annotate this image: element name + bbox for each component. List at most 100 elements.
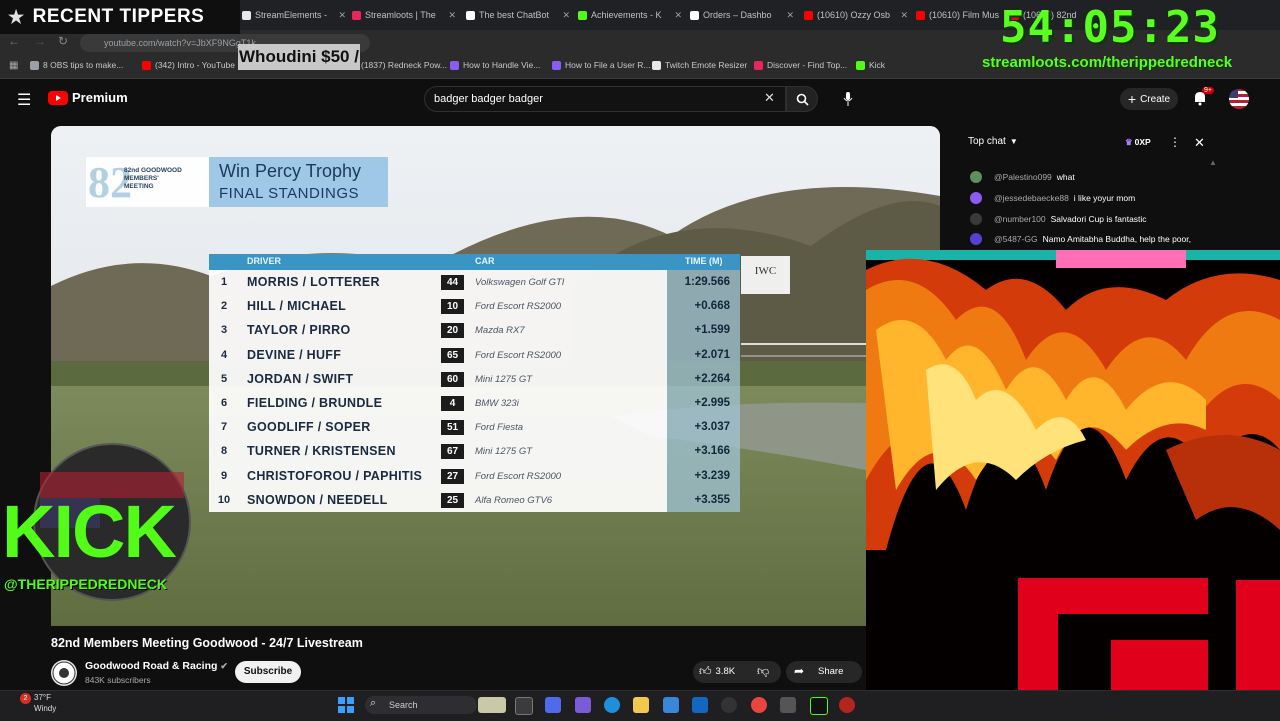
browser-tab[interactable]: Achievements - K ✕ <box>578 6 682 24</box>
chat-avatar[interactable] <box>970 213 982 225</box>
edge-icon[interactable] <box>604 697 620 713</box>
task-view-icon[interactable] <box>515 697 533 715</box>
chat-mode-dropdown[interactable]: Top chat ▼ <box>968 136 1018 147</box>
clear-search-icon[interactable]: ✕ <box>764 90 775 106</box>
copilot-icon[interactable] <box>545 697 561 713</box>
bookmark-item[interactable]: 8 OBS tips to make... <box>30 60 123 70</box>
bookmark-item[interactable]: Kick <box>856 60 885 70</box>
chevron-down-icon: ▼ <box>1009 137 1018 146</box>
red-app-icon[interactable] <box>839 697 855 713</box>
tab-label: Streamloots | The <box>365 10 436 20</box>
tab-close-icon[interactable]: ✕ <box>674 10 682 21</box>
chat-author[interactable]: @jessedebaecke88 <box>994 193 1069 203</box>
tab-favicon-icon <box>578 10 587 20</box>
recent-tippers-label: RECENT TIPPERS <box>32 6 205 27</box>
standing-car-number: 67 <box>441 444 464 460</box>
menu-icon[interactable]: ☰ <box>17 90 31 110</box>
more-options-icon[interactable]: ⋮ <box>1169 135 1181 149</box>
event-logo-subtitle: 82nd GOODWOOD MEMBERS' MEETING <box>124 167 182 190</box>
tab-favicon-icon <box>804 10 813 20</box>
chat-author[interactable]: @Palestino099 <box>994 172 1052 182</box>
tab-favicon-icon <box>916 10 925 20</box>
standing-time: +3.355 <box>694 493 731 506</box>
file-explorer-icon[interactable] <box>633 697 649 713</box>
chat-message: @number100 Salvadori Cup is fantastic <box>994 214 1147 224</box>
header-car: CAR <box>475 256 495 266</box>
teams-icon[interactable] <box>575 697 591 713</box>
header-time: TIME (M) <box>685 256 723 266</box>
share-label: Share <box>818 666 844 677</box>
chat-scroll-up-icon[interactable]: ▲ <box>1209 158 1217 167</box>
standing-driver: GOODLIFF / SOPER <box>247 420 371 435</box>
standing-car-number: 51 <box>441 420 464 436</box>
chrome-icon[interactable] <box>751 697 767 713</box>
reload-icon[interactable]: ↻ <box>58 34 68 48</box>
bookmark-item[interactable]: How to Handle Vie... <box>450 60 540 70</box>
taskbar-widget-image[interactable] <box>478 697 506 713</box>
back-icon[interactable]: ← <box>8 34 20 48</box>
channel-avatar[interactable] <box>51 660 77 686</box>
notifications-button[interactable]: 9+ <box>1193 87 1214 111</box>
standing-car: Ford Escort RS2000 <box>475 301 562 313</box>
search-input[interactable]: badger badger badger <box>424 86 786 112</box>
tab-close-icon[interactable]: ✕ <box>448 10 456 21</box>
browser-tab[interactable]: Orders – Dashbo ✕ <box>690 6 794 24</box>
like-button[interactable]: 👍︎ 3.8K <box>699 664 735 679</box>
browser-tab[interactable]: Streamloots | The ✕ <box>352 6 456 24</box>
tab-close-icon[interactable]: ✕ <box>562 10 570 21</box>
chat-author[interactable]: @5487-GG <box>994 234 1038 244</box>
forward-icon[interactable]: → <box>34 34 46 48</box>
chat-avatar[interactable] <box>970 233 982 245</box>
standing-car-number: 65 <box>441 347 464 363</box>
bookmark-label: 8 OBS tips to make... <box>43 60 124 70</box>
standing-position: 2 <box>220 300 228 313</box>
crown-icon: ♛ <box>1125 137 1133 147</box>
bookmark-item[interactable]: Discover - Find Top... <box>754 60 847 70</box>
browser-tab[interactable]: (10610) Ozzy Osb ✕ <box>804 6 908 24</box>
share-icon: ➦ <box>794 664 805 678</box>
standing-driver: MORRIS / LOTTERER <box>247 275 380 289</box>
chat-avatar[interactable] <box>970 171 982 183</box>
account-avatar[interactable] <box>1229 89 1249 109</box>
tip-alert-popup: Whoudini $50 / <box>238 44 360 70</box>
youtube-logo[interactable]: Premium <box>48 90 128 105</box>
bookmark-item[interactable]: (1837) Redneck Pow... <box>348 60 447 70</box>
dislike-button[interactable]: 👎︎ <box>757 664 769 679</box>
bookmark-label: (342) Intro - YouTube <box>155 60 236 70</box>
create-button[interactable]: + Create <box>1120 88 1178 110</box>
browser-tab[interactable]: The best ChatBot ✕ <box>466 6 570 24</box>
standing-car: Ford Escort RS2000 <box>475 349 562 361</box>
apps-icon[interactable]: ▦ <box>9 60 18 71</box>
bookmark-label: How to File a User R... <box>565 60 651 70</box>
chat-author[interactable]: @number100 <box>994 214 1046 224</box>
tab-close-icon[interactable]: ✕ <box>338 10 346 21</box>
voice-search-button[interactable] <box>836 87 860 111</box>
kick-app-icon[interactable] <box>810 697 828 715</box>
streamloots-url: streamloots.com/therippedredneck <box>982 54 1233 71</box>
share-button[interactable]: ➦ Share <box>786 661 862 683</box>
search-button[interactable] <box>786 86 818 112</box>
bookmark-item[interactable]: Twitch Emote Resizer <box>652 60 747 70</box>
chat-avatar[interactable] <box>970 192 982 204</box>
store-icon[interactable] <box>663 697 679 713</box>
bookmark-item[interactable]: How to File a User R... <box>552 60 651 70</box>
chat-message: @Palestino099 what <box>994 172 1075 182</box>
obs-icon[interactable] <box>721 697 737 713</box>
weather-temp: 37°F <box>34 693 51 702</box>
standing-driver: HILL / MICHAEL <box>247 299 347 314</box>
app-icon-gear[interactable] <box>780 697 796 713</box>
standings-title-box: Win Percy Trophy FINAL STANDINGS <box>209 157 388 207</box>
browser-tab[interactable]: StreamElements - ✕ <box>242 6 346 24</box>
taskbar-search[interactable]: Search <box>365 696 477 714</box>
header-driver: DRIVER <box>247 256 282 266</box>
close-chat-icon[interactable]: ✕ <box>1194 135 1205 151</box>
start-button[interactable] <box>338 697 354 713</box>
tab-close-icon[interactable]: ✕ <box>900 10 908 21</box>
tab-label: StreamElements - <box>255 10 328 20</box>
standing-position: 6 <box>220 397 228 409</box>
channel-name[interactable]: Goodwood Road & Racing ✔ <box>85 660 228 672</box>
subscribe-button[interactable]: Subscribe <box>235 661 301 683</box>
bookmark-item[interactable]: (342) Intro - YouTube <box>142 60 235 70</box>
tab-close-icon[interactable]: ✕ <box>786 10 794 21</box>
outlook-icon[interactable] <box>692 697 708 713</box>
